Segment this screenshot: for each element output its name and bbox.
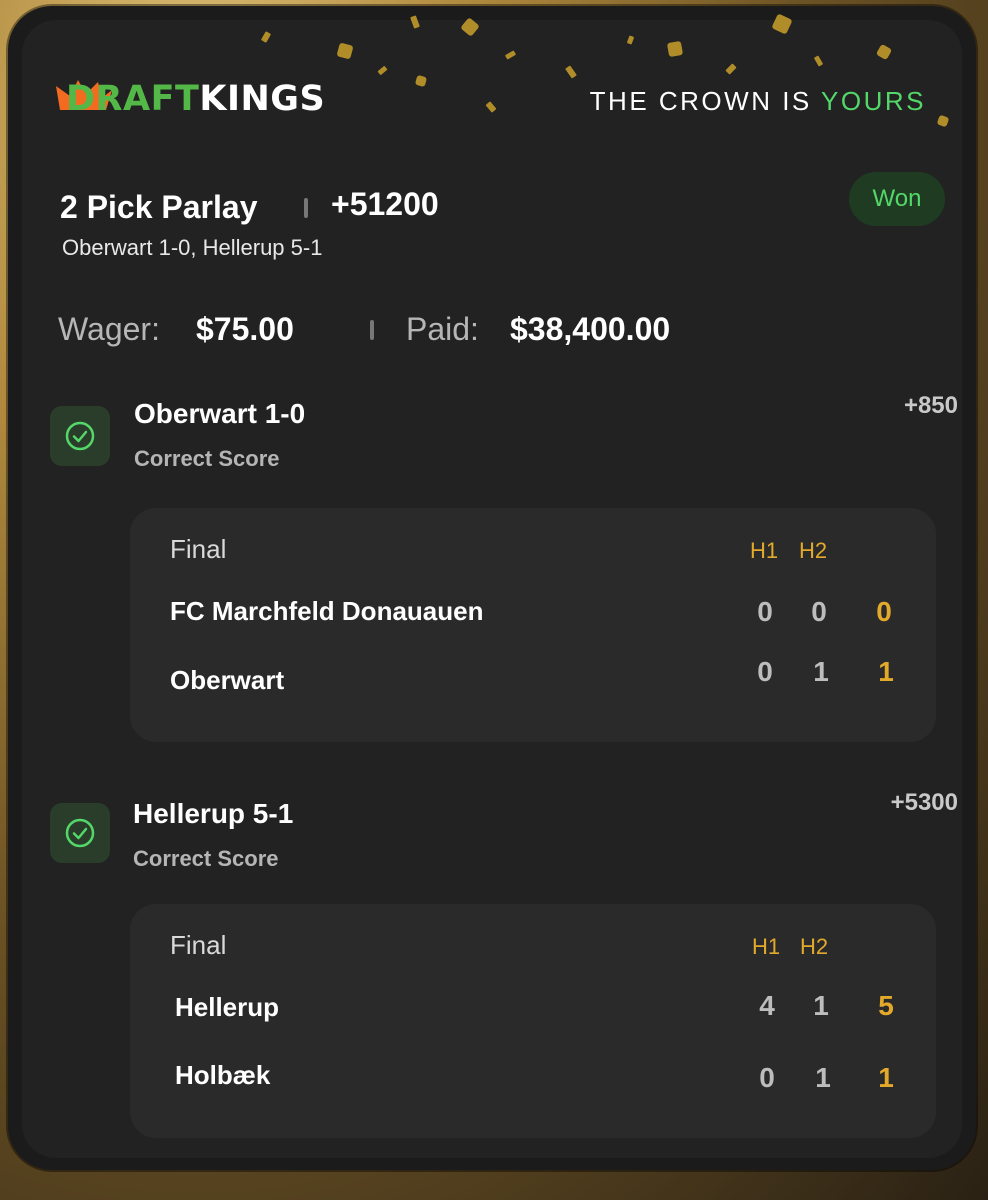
- paid-label: Paid:: [406, 311, 479, 347]
- bet-odds: +51200: [331, 186, 439, 222]
- wager-label: Wager:: [58, 311, 160, 347]
- title-divider: [304, 198, 308, 218]
- logo-draft-text: DRAFT: [66, 79, 200, 119]
- tagline: THE CROWN IS YOURS: [590, 86, 926, 117]
- score-h2: 1: [813, 990, 829, 1021]
- logo-kings-text: KINGS: [199, 79, 326, 119]
- score-h2: 0: [811, 596, 827, 627]
- score-h2: 1: [813, 656, 829, 687]
- team-name: Hellerup: [175, 992, 280, 1022]
- h1-header: H1: [750, 538, 779, 563]
- leg-title: Hellerup 5-1: [133, 798, 294, 829]
- score-total: 0: [876, 596, 892, 627]
- bet-subtitle: Oberwart 1-0, Hellerup 5-1: [62, 235, 323, 260]
- paid-value: $38,400.00: [510, 311, 671, 347]
- score-total: 1: [878, 1062, 894, 1093]
- bet-card: DRAFTKINGS THE CROWN IS YOURS 2 Pick Par…: [8, 6, 976, 1170]
- tagline-main: THE CROWN IS: [589, 86, 812, 116]
- h1-header: H1: [752, 934, 781, 959]
- h2-header: H2: [800, 934, 829, 959]
- team-name: Holbæk: [175, 1060, 271, 1090]
- game-status: Final: [170, 930, 227, 960]
- score-h1: 0: [759, 1062, 775, 1093]
- score-h1: 0: [757, 656, 773, 687]
- wager-divider: [370, 320, 374, 340]
- leg-market-type: Correct Score: [133, 846, 279, 871]
- score-h1: 0: [757, 596, 773, 627]
- leg-won-check-icon: [50, 803, 110, 863]
- leg-market-type: Correct Score: [134, 446, 280, 471]
- score-h2: 1: [815, 1062, 831, 1093]
- tagline-highlight: YOURS: [821, 86, 926, 116]
- wager-value: $75.00: [196, 311, 294, 347]
- draftkings-logo: DRAFTKINGS: [66, 79, 325, 119]
- leg-won-check-icon: [50, 406, 110, 466]
- game-status: Final: [170, 534, 227, 564]
- score-h1: 4: [759, 990, 775, 1021]
- scoreboard: Final H1 H2 FC Marchfeld Donauauen 0 0 0…: [130, 508, 936, 742]
- team-name: Oberwart: [170, 665, 285, 695]
- score-total: 5: [878, 990, 894, 1021]
- bet-title: 2 Pick Parlay: [60, 189, 258, 225]
- leg-odds: +5300: [890, 789, 958, 816]
- h2-header: H2: [799, 538, 828, 563]
- leg-odds: +850: [903, 392, 958, 419]
- scoreboard: Final H1 H2 Hellerup 4 1 5 Holbæk 0 1 1: [130, 904, 936, 1138]
- score-total: 1: [878, 656, 894, 687]
- leg-title: Oberwart 1-0: [134, 398, 306, 429]
- status-badge: Won: [849, 172, 945, 226]
- team-name: FC Marchfeld Donauauen: [170, 596, 484, 626]
